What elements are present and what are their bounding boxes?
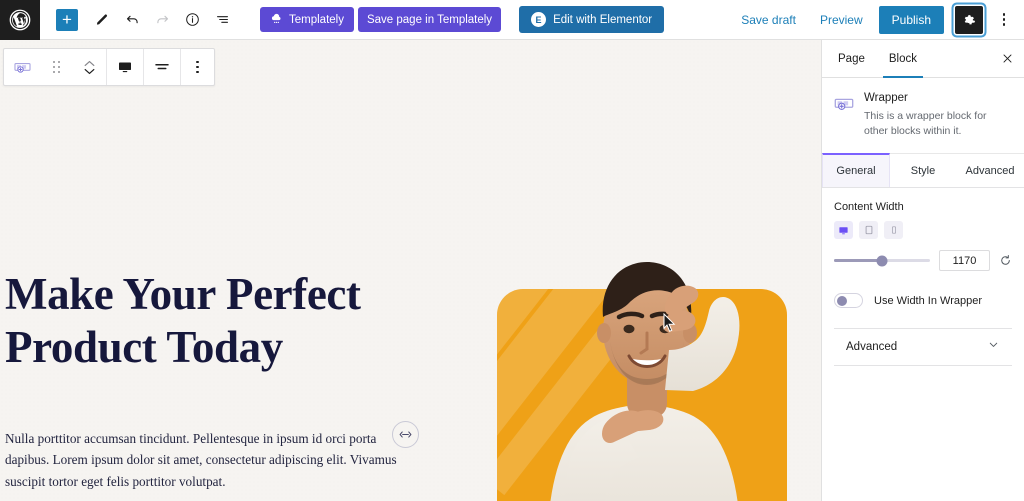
slider-fill [834,259,882,263]
hero-person-photo [550,262,740,501]
content-width-control: 1170 [834,250,1012,272]
preview-button[interactable]: Preview [808,5,875,35]
horizontal-resize-icon[interactable] [392,421,419,448]
block-options-dots [196,60,199,74]
align-center-icon[interactable] [144,49,180,85]
block-toolbar-group-move [4,49,107,85]
block-info-card: Wrapper This is a wrapper block for othe… [822,78,1024,155]
pencil-icon[interactable] [88,6,116,34]
desktop-icon[interactable] [834,221,853,240]
drag-dots [52,60,61,74]
wordpress-logo-icon[interactable] [0,0,40,40]
publish-button[interactable]: Publish [878,5,944,34]
block-options-icon[interactable] [181,49,214,85]
advanced-accordion[interactable]: Advanced [834,328,1012,367]
drag-handle-icon[interactable] [40,49,73,85]
tablet-icon[interactable] [859,221,878,240]
hero-paragraph[interactable]: Nulla porttitor accumsan tincidunt. Pell… [5,428,397,492]
content-width-slider[interactable] [834,255,930,267]
edit-with-elementor-button[interactable]: E Edit with Elementor [519,6,665,33]
block-title: Wrapper [864,92,908,104]
advanced-accordion-label: Advanced [846,341,898,354]
use-width-in-wrapper-row: Use Width In Wrapper [834,293,1012,309]
save-draft-button[interactable]: Save draft [729,5,808,35]
settings-sidebar: Page Block Wrapper This is a wrapper blo… [821,40,1024,501]
tab-page[interactable]: Page [826,40,877,77]
slider-thumb[interactable] [876,255,888,267]
more-options-dots [1002,13,1006,26]
save-page-in-templately-button[interactable]: Save page in Templately [357,7,502,32]
templately-button-label: Templately [289,13,344,26]
tab-advanced[interactable]: Advanced [957,154,1024,187]
tab-general[interactable]: General [822,153,890,188]
reset-icon[interactable] [999,254,1012,267]
undo-icon[interactable] [118,6,146,34]
block-info-text: Wrapper This is a wrapper block for othe… [864,92,1012,139]
wrapper-block-icon[interactable] [4,49,40,85]
content-width-panel: Content Width 1170 Use Width In Wrapper … [822,188,1024,367]
use-width-in-wrapper-toggle[interactable] [834,293,863,309]
hero-heading[interactable]: Make Your Perfect Product Today [5,268,435,374]
tab-style[interactable]: Style [890,154,957,187]
content-width-label: Content Width [834,201,904,214]
info-icon[interactable] [178,6,206,34]
wordpress-block-editor: + Templately Save page in Templately E E… [0,0,1024,501]
use-width-in-wrapper-label: Use Width In Wrapper [874,294,983,307]
top-bar-left-tools: + Templately Save page in Templately E E… [40,6,665,34]
gear-icon[interactable] [955,5,983,34]
block-toolbar-group-display [107,49,144,85]
top-bar-right-tools: Save draft Preview Publish [729,5,1024,35]
desktop-display-icon[interactable] [107,49,143,85]
editor-canvas[interactable]: Make Your Perfect Product Today Nulla po… [0,40,821,501]
move-up-down-icon[interactable] [73,49,106,85]
add-block-button[interactable]: + [56,8,78,31]
save-page-in-templately-label: Save page in Templately [366,13,493,26]
plugin-buttons: Templately Save page in Templately E Edi… [260,6,665,33]
block-settings-tabs: General Style Advanced [822,153,1024,189]
wrapper-block-icon [833,92,855,139]
tab-block[interactable]: Block [877,40,929,78]
kebab-menu-icon[interactable] [992,6,1016,34]
redo-icon [148,6,176,34]
block-toolbar-group-align [144,49,181,85]
elementor-logo-icon: E [531,12,547,27]
block-description: This is a wrapper block for other blocks… [864,110,987,138]
mouse-cursor-icon [663,313,676,332]
templately-button[interactable]: Templately [260,7,354,32]
toggle-knob [836,295,847,306]
block-toolbar [3,48,215,86]
device-selector [834,221,1012,240]
chevron-down-icon [987,338,1000,356]
mobile-icon[interactable] [884,221,903,240]
list-view-icon[interactable] [208,6,236,34]
mover-arrows [84,60,95,75]
editor-top-bar: + Templately Save page in Templately E E… [0,0,1024,40]
content-width-input[interactable]: 1170 [939,250,990,272]
close-icon[interactable] [990,40,1024,77]
hero-image[interactable] [487,205,821,501]
block-toolbar-group-options [181,49,214,85]
sidebar-tabs: Page Block [822,40,1024,78]
templately-cloud-icon [271,13,281,24]
edit-with-elementor-label: Edit with Elementor [553,13,653,26]
